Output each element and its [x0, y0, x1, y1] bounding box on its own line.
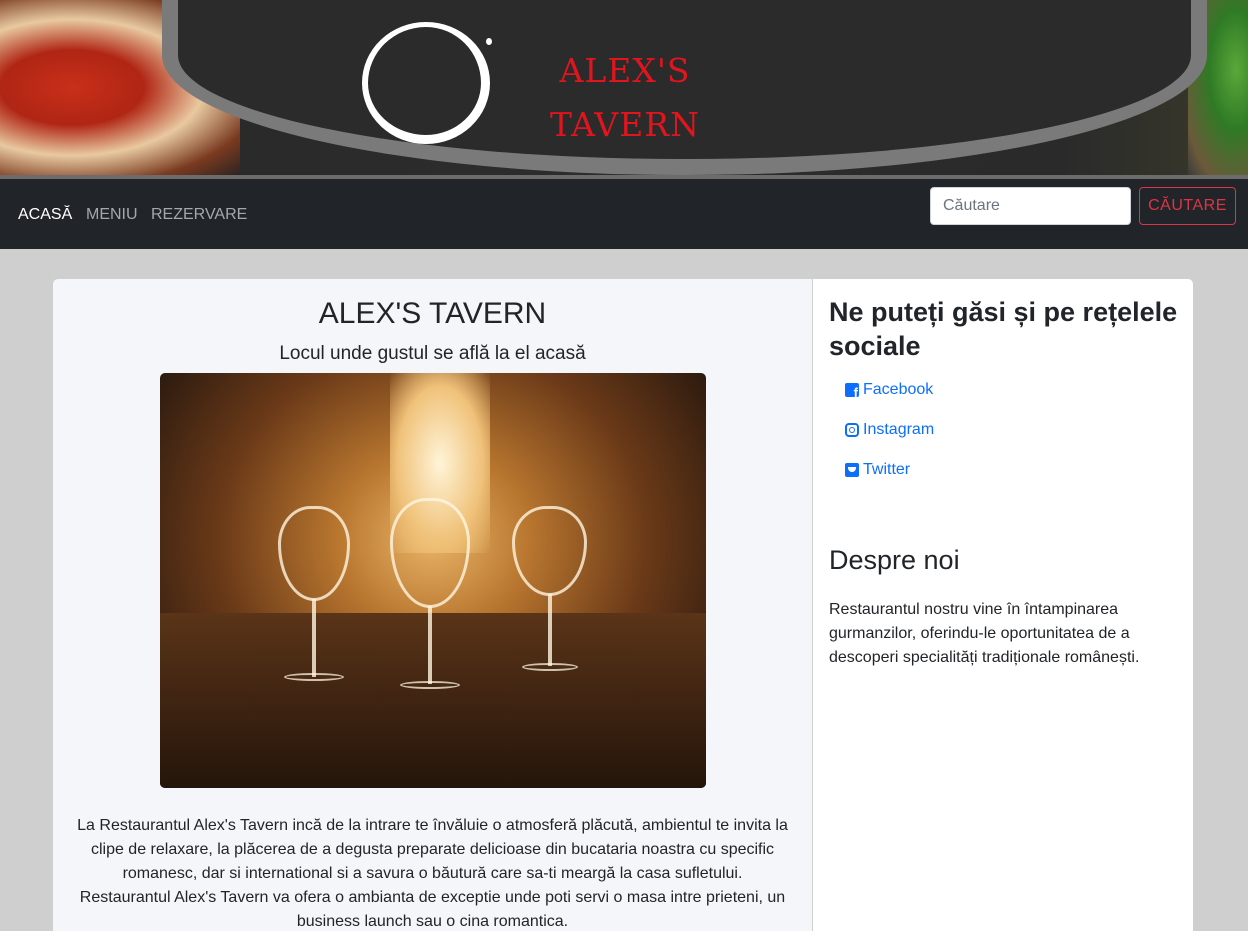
facebook-icon: [845, 383, 859, 400]
wine-glass-right-stem: [548, 594, 552, 666]
main-content-card: ALEX'S TAVERN Locul unde gustul se află …: [53, 279, 812, 931]
facebook-label: Facebook: [863, 381, 934, 398]
navbar: ACASĂ MENIU REZERVARE CĂUTARE: [0, 175, 1248, 249]
twitter-label: Twitter: [863, 461, 911, 478]
search-input[interactable]: [930, 187, 1131, 225]
nav-link-acasa[interactable]: ACASĂ: [18, 206, 72, 224]
brand-line-2: TAVERN: [549, 105, 701, 144]
sidebar-card: Ne puteți găsi și pe rețelele sociale Fa…: [813, 279, 1193, 931]
page-subtitle: Locul unde gustul se află la el acasă: [279, 343, 586, 364]
nav-link-meniu[interactable]: MENIU: [86, 206, 138, 224]
logo-ring-icon: [362, 22, 490, 144]
wine-glass-center: [390, 498, 470, 608]
twitter-icon: [845, 463, 859, 477]
wine-glass-left-stem: [312, 599, 316, 677]
brand-line-1: ALEX'S: [559, 51, 691, 90]
instagram-link[interactable]: Instagram: [845, 421, 934, 439]
logo-dot: [486, 38, 492, 45]
hero-table: [160, 613, 706, 788]
instagram-icon: [845, 423, 859, 437]
wine-glass-right: [512, 506, 587, 596]
nav-link-rezervare[interactable]: REZERVARE: [151, 206, 247, 224]
intro-paragraph-2: Restaurantul Alex's Tavern va ofera o am…: [79, 889, 786, 930]
brand-logo-text: ALEX'S TAVERN: [540, 44, 710, 152]
intro-text: La Restaurantul Alex's Tavern incă de la…: [67, 814, 798, 931]
wine-glass-left: [278, 506, 350, 601]
about-text: Restaurantul nostru vine în întampinarea…: [829, 601, 1140, 666]
wine-glass-center-base: [400, 681, 460, 689]
restaurant-hero-image: [160, 373, 706, 788]
instagram-label: Instagram: [863, 421, 935, 438]
wine-glass-left-base: [284, 673, 344, 681]
search-button[interactable]: CĂUTARE: [1139, 187, 1236, 225]
twitter-link[interactable]: Twitter: [845, 461, 910, 479]
social-heading: Ne puteți găsi și pe rețelele sociale: [829, 297, 1178, 361]
facebook-link[interactable]: Facebook: [845, 381, 934, 400]
header-banner: ALEX'S TAVERN: [0, 0, 1248, 175]
intro-paragraph-1: La Restaurantul Alex's Tavern incă de la…: [77, 817, 788, 882]
wine-glass-center-stem: [428, 606, 432, 684]
page-title: ALEX'S TAVERN: [318, 297, 547, 330]
wine-glass-right-base: [522, 663, 578, 671]
about-title: Despre noi: [829, 545, 960, 575]
